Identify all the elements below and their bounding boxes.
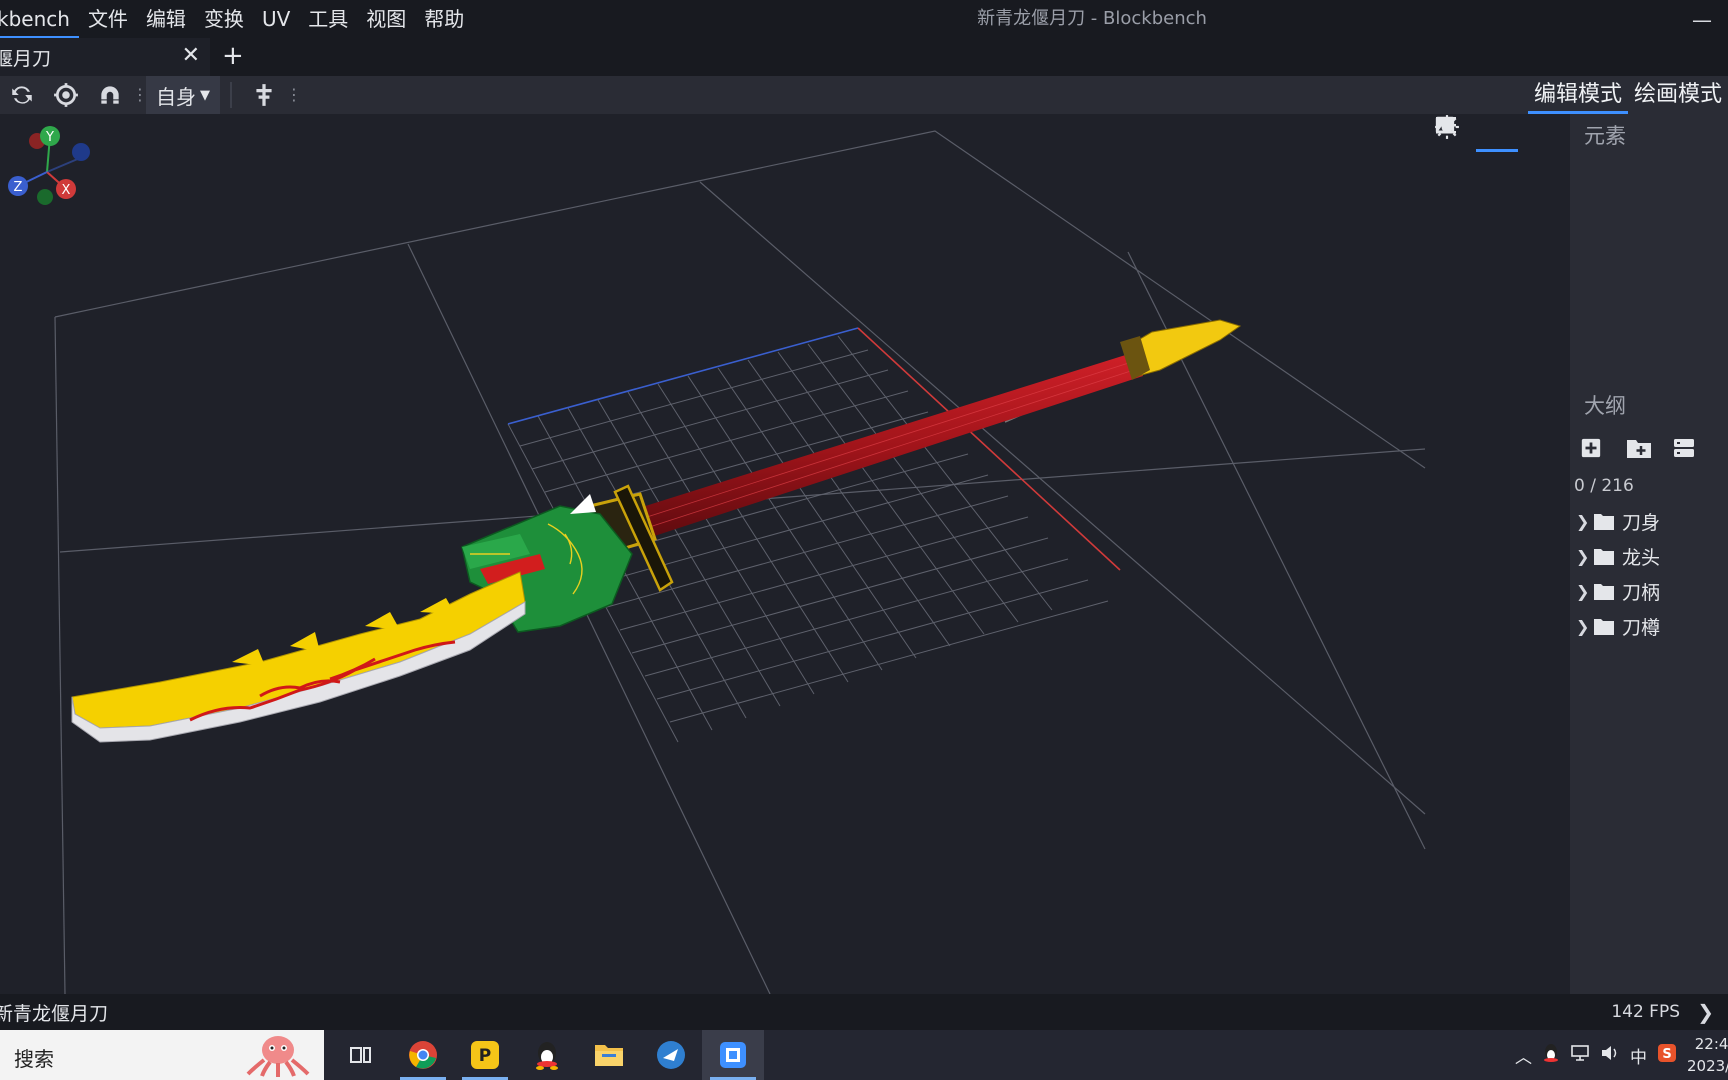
blade-spike-2 xyxy=(290,632,320,652)
tree-item-label: 刀樽 xyxy=(1622,617,1661,639)
svg-text:P: P xyxy=(479,1046,491,1066)
sun-icon[interactable] xyxy=(1435,114,1518,152)
menu-file[interactable]: 文件 xyxy=(79,0,137,38)
p-app-icon[interactable]: P xyxy=(454,1030,516,1080)
clock-date: 2023/1 xyxy=(1687,1057,1728,1075)
ime-indicator[interactable]: 中 xyxy=(1625,1043,1652,1068)
clock[interactable]: 22:40 2023/1 xyxy=(1682,1033,1728,1077)
network-icon[interactable] xyxy=(1565,1044,1595,1067)
minimize-button[interactable]: — xyxy=(1692,8,1712,32)
volume-icon[interactable] xyxy=(1595,1044,1625,1067)
qq-tray-icon[interactable] xyxy=(1537,1043,1565,1068)
tree-item-label: 刀柄 xyxy=(1622,582,1661,604)
new-tab-button[interactable]: + xyxy=(222,41,244,71)
tree-item-dragon-head[interactable]: ❯ 龙头 xyxy=(1570,539,1728,574)
status-model-name: 新青龙偃月刀 xyxy=(0,1002,109,1025)
chevron-right-icon[interactable]: ❯ xyxy=(1576,617,1594,636)
magnet-icon[interactable] xyxy=(88,76,132,114)
brand-menu[interactable]: ckbench xyxy=(0,0,79,38)
blade-spike-4 xyxy=(420,598,455,614)
menu-uv[interactable]: UV xyxy=(253,0,299,38)
chevron-right-icon[interactable]: ❯ xyxy=(1576,582,1594,601)
file-explorer-icon[interactable] xyxy=(578,1030,640,1080)
tab-bar: 偃月刀 ✕ + xyxy=(0,38,1728,76)
title-bar: ckbench 文件 编辑 变换 UV 工具 视图 帮助 新青龙偃月刀 - Bl… xyxy=(0,0,1728,38)
search-placeholder: 搜索 xyxy=(14,1047,54,1071)
system-tray: ︿ 中 S 22:40 2023/1 xyxy=(1510,1030,1728,1080)
menu-icon[interactable] xyxy=(1436,114,1560,152)
mode-switcher: 编辑模式 绘画模式 xyxy=(1527,76,1728,114)
scene-canvas[interactable] xyxy=(0,114,1570,994)
toolbar-grip-2[interactable]: ⋮ xyxy=(286,84,302,106)
scene-bounds xyxy=(54,130,1426,994)
clock-time: 22:40 xyxy=(1694,1035,1728,1053)
elements-panel-body xyxy=(1570,158,1728,384)
tab-label: 偃月刀 xyxy=(0,47,52,70)
transform-space-select[interactable]: 自身 ▼ xyxy=(146,76,220,114)
fps-counter: 142 FPS xyxy=(1611,1002,1680,1022)
chevron-up-icon[interactable]: ︿ xyxy=(1510,1043,1537,1068)
tab-paint-mode[interactable]: 绘画模式 xyxy=(1628,76,1728,114)
menu-view[interactable]: 视图 xyxy=(357,0,415,38)
add-group-icon[interactable] xyxy=(1626,428,1672,468)
move-icon[interactable] xyxy=(242,76,286,114)
folder-icon xyxy=(1594,513,1622,530)
octopus-icon xyxy=(246,1036,310,1077)
blade-spike-3 xyxy=(365,612,400,630)
menu-transform[interactable]: 变换 xyxy=(195,0,253,38)
folder-icon xyxy=(1594,618,1622,635)
add-cube-icon[interactable] xyxy=(1580,428,1626,468)
messenger-icon[interactable] xyxy=(640,1030,702,1080)
taskbar-apps: P xyxy=(330,1030,764,1080)
menu-edit[interactable]: 编辑 xyxy=(137,0,195,38)
viewport-tools xyxy=(1434,114,1560,152)
main-toolbar: ⋮ 自身 ▼ ⋮ 编辑模式 绘画模式 xyxy=(0,76,1728,114)
gizmo-y-label: Y xyxy=(45,130,54,145)
task-view-icon[interactable] xyxy=(330,1030,392,1080)
folder-icon xyxy=(1594,548,1622,565)
selection-counter: 0 / 216 xyxy=(1574,476,1634,496)
status-bar: 新青龙偃月刀 142 FPS ❯ xyxy=(0,994,1728,1030)
gizmo-x-label: X xyxy=(62,183,71,198)
transform-space-value: 自身 xyxy=(156,84,196,109)
tree-item-blade[interactable]: ❯ 刀身 xyxy=(1570,504,1728,539)
viewport-3d[interactable]: Y Z X xyxy=(0,114,1570,994)
toolbar-divider xyxy=(230,82,232,108)
chrome-icon[interactable] xyxy=(392,1030,454,1080)
tab-edit-mode[interactable]: 编辑模式 xyxy=(1527,76,1628,114)
pivot-icon[interactable] xyxy=(44,76,88,114)
collapse-icon[interactable] xyxy=(1672,428,1718,468)
axis-gizmo[interactable]: Y Z X xyxy=(0,114,110,214)
qq-icon[interactable] xyxy=(516,1030,578,1080)
rotate-icon[interactable] xyxy=(0,76,44,114)
chevron-right-icon[interactable]: ❯ xyxy=(1576,547,1594,566)
tab-close-icon[interactable]: ✕ xyxy=(182,43,200,68)
menu-tools[interactable]: 工具 xyxy=(299,0,357,38)
taskbar-search[interactable]: 搜索 xyxy=(0,1030,324,1080)
axis-z-line xyxy=(507,327,859,425)
tab-model[interactable]: 偃月刀 ✕ xyxy=(0,38,210,76)
folder-icon xyxy=(1594,583,1622,600)
svg-text:S: S xyxy=(1662,1047,1671,1062)
gizmo-z-label: Z xyxy=(14,180,23,195)
outliner-toolbar xyxy=(1570,428,1728,468)
right-sidebar: 元素 大纲 0 / 216 ❯ 刀身 ❯ 龙头 ❯ 刀柄 ❯ 刀樽 xyxy=(1570,114,1728,994)
menu-help[interactable]: 帮助 xyxy=(415,0,473,38)
blockbench-icon[interactable] xyxy=(702,1030,764,1080)
chevron-right-icon[interactable]: ❯ xyxy=(1697,994,1714,1030)
os-taskbar: 搜索 P ︿ 中 S 22:4 2023 xyxy=(0,1030,1728,1080)
chevron-right-icon[interactable]: ❯ xyxy=(1576,512,1594,531)
tree-item-label: 刀身 xyxy=(1622,512,1661,534)
sogou-icon[interactable]: S xyxy=(1652,1043,1682,1068)
caret-down-icon: ▼ xyxy=(200,87,210,103)
toolbar-grip[interactable]: ⋮ xyxy=(132,84,148,106)
blade-spike-1 xyxy=(232,649,265,666)
menu-bar: ckbench 文件 编辑 变换 UV 工具 视图 帮助 xyxy=(0,0,473,38)
tree-item-handle[interactable]: ❯ 刀柄 xyxy=(1570,574,1728,609)
elements-panel-title: 元素 xyxy=(1584,124,1626,148)
tree-item-label: 龙头 xyxy=(1622,547,1661,569)
outliner-panel-title: 大纲 xyxy=(1584,394,1626,418)
tree-item-butt[interactable]: ❯ 刀樽 xyxy=(1570,609,1728,644)
